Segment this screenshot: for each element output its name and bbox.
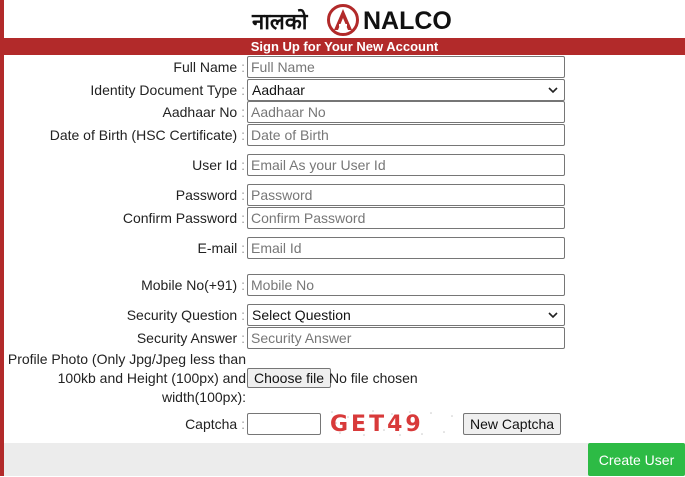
email-row: E-mail :	[0, 237, 685, 259]
new-captcha-button[interactable]: New Captcha	[463, 413, 562, 435]
chevron-down-icon	[548, 87, 558, 94]
logo-hindi-text: नालको	[252, 10, 308, 35]
nalco-logo: नालको NALCO	[0, 4, 685, 38]
confirm-password-label: Confirm Password	[122, 210, 238, 226]
profile-photo-label-line1: Profile Photo (Only Jpg/Jpeg less than	[7, 351, 246, 367]
dob-row: Date of Birth (HSC Certificate) :	[0, 124, 685, 146]
id-doc-type-row: Identity Document Type : Aadhaar	[0, 79, 685, 101]
security-answer-label: Security Answer	[136, 330, 238, 346]
user-id-row: User Id :	[0, 154, 685, 176]
mobile-row: Mobile No(+91) :	[0, 274, 685, 296]
create-user-button[interactable]: Create User	[588, 443, 685, 476]
full-name-label: Full Name	[173, 59, 238, 75]
mobile-label: Mobile No(+91)	[141, 277, 238, 293]
security-question-select[interactable]: Select Question	[247, 304, 565, 326]
email-input[interactable]	[247, 237, 565, 259]
confirm-password-row: Confirm Password :	[0, 207, 685, 229]
footer-bar	[4, 443, 685, 476]
aadhaar-input[interactable]	[247, 101, 565, 123]
full-name-row: Full Name :	[0, 56, 685, 78]
profile-photo-label-line2: 100kb and Height (100px) and	[57, 370, 246, 386]
security-question-label: Security Question	[126, 307, 238, 323]
choose-file-button[interactable]: Choose file	[247, 368, 332, 388]
user-id-input[interactable]	[247, 154, 565, 176]
dob-label: Date of Birth (HSC Certificate)	[49, 127, 238, 143]
profile-photo-label-line3: width(100px):	[161, 389, 246, 405]
email-label: E-mail	[197, 240, 238, 256]
id-doc-type-select[interactable]: Aadhaar	[247, 79, 565, 101]
password-input[interactable]	[247, 184, 565, 206]
captcha-text: GET49	[330, 412, 424, 437]
captcha-image: GET49	[326, 408, 458, 438]
profile-photo-label: Profile Photo (Only Jpg/Jpeg less than 1…	[0, 350, 246, 407]
id-doc-type-label: Identity Document Type	[90, 82, 238, 98]
chevron-down-icon	[548, 312, 558, 319]
password-row: Password :	[0, 184, 685, 206]
captcha-input[interactable]	[247, 413, 321, 435]
security-answer-input[interactable]	[247, 327, 565, 349]
dob-input[interactable]	[247, 124, 565, 146]
mobile-input[interactable]	[247, 274, 565, 296]
aadhaar-row: Aadhaar No :	[0, 101, 685, 123]
aadhaar-label: Aadhaar No	[162, 104, 238, 120]
user-id-label: User Id	[192, 157, 238, 173]
file-status-text: No file chosen	[329, 370, 418, 386]
id-doc-type-value: Aadhaar	[252, 82, 305, 98]
signup-banner: Sign Up for Your New Account	[4, 38, 685, 55]
confirm-password-input[interactable]	[247, 207, 565, 229]
captcha-label: Captcha	[185, 416, 238, 432]
nalco-emblem-icon	[327, 4, 359, 36]
full-name-input[interactable]	[247, 56, 565, 78]
logo-english-text: NALCO	[363, 7, 452, 35]
password-label: Password	[175, 187, 238, 203]
security-answer-row: Security Answer :	[0, 327, 685, 349]
security-question-row: Security Question : Select Question	[0, 304, 685, 326]
security-question-value: Select Question	[252, 307, 351, 323]
